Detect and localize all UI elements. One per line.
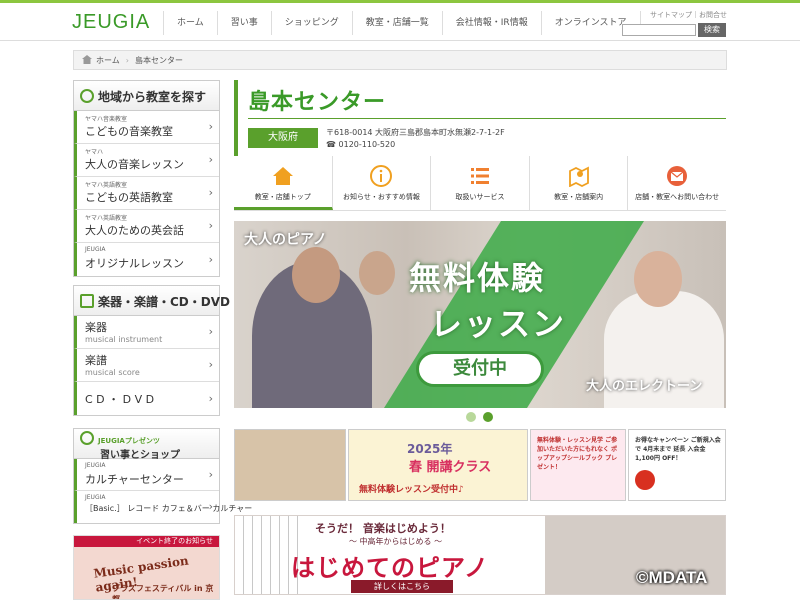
tab-news[interactable]: お知らせ・おすすめ情報 [333,156,432,210]
sidebar-presents-title: JEUGIAプレゼンツ 習い事とショップ [74,429,219,461]
chevron-right-icon: › [208,120,213,133]
sidebar-item-kids-english[interactable]: ヤマハ英語教室 こどもの英語教室 › [74,177,219,210]
hero-accepting-button[interactable]: 受付中 [416,351,544,387]
piano-headline: はじめてのピアノ [291,554,489,582]
page-title: 島本センター [248,90,387,115]
sidebar-item-basic[interactable]: JEUGIA ［Basic.］ レコード カフェ＆バー カルチャー › [74,491,252,523]
title-accent-bar [234,80,238,156]
chevron-right-icon: › [208,252,213,266]
hero-adult-piano-label: 大人のピアノ [244,232,327,248]
copyright-watermark: ©MDATA [636,568,708,587]
slider-dot[interactable] [466,412,476,422]
sidebar-region: 地域から教室を探す ヤマハ音楽教室 こどもの音楽教室 › ヤマハ 大人の音楽レッスン ›… [73,80,220,277]
sidebar-item-adult-english[interactable]: ヤマハ英語教室 大人のための英会話 › [74,210,219,243]
sidebar-products-title: 楽器・楽譜・CD・DVD [74,286,230,316]
promo-bar: イベント終了のお知らせ [74,536,219,547]
breadcrumb-current: 島本センター [134,56,183,65]
breadcrumb-home[interactable]: ホーム [96,56,120,65]
promo-subtitle: ブラスフェスティバル in 京都 [112,584,214,600]
tab-contact[interactable]: 店舗・教室へお問い合わせ [628,156,726,210]
piano-detail-link[interactable]: 詳しくはこちら [351,580,453,593]
hero-person-man-head [292,247,340,303]
spring-title: 春 開講クラス [409,460,492,475]
spring-year: 2025年 [407,442,453,456]
search-input[interactable] [622,24,696,36]
hero-banner[interactable]: 大人のピアノ 無料体験 レッスン 受付中 大人のエレクトーン [234,221,726,408]
sidebar-item-original-lesson[interactable]: JEUGIA オリジナルレッスン › [74,243,219,276]
hero-person-woman-head [359,251,395,295]
campaign-text: お得なキャンペーン ご新規入会で 4月末まで 延長 入会金 1,100円 OFF… [635,437,721,462]
list-icon [470,168,489,184]
music-note-icon [80,294,94,308]
breadcrumb-separator: › [125,56,129,65]
chevron-right-icon: › [208,467,213,481]
chevron-right-icon: › [208,186,213,199]
event-promo-banner[interactable]: イベント終了のお知らせ Music passion again! ブラスフェステ… [73,535,220,600]
banner-campaign[interactable]: お得なキャンペーン ご新規入会で 4月末まで 延長 入会金 1,100円 OFF… [628,429,726,501]
hero-headline-1: 無料体験 [409,259,546,297]
home-icon [82,55,92,64]
banner-kids-piano[interactable] [234,429,346,501]
chevron-right-icon: › [208,500,213,513]
prefecture-badge: 大阪府 [248,128,318,148]
jeugia-logo[interactable]: JEUGIA [72,11,150,34]
chevron-right-icon: › [208,391,213,405]
sidebar-products: 楽器・楽譜・CD・DVD 楽器 musical instrument › 楽譜 mus… [73,285,230,416]
global-nav: ホーム 習い事 ショッピング 教室・店舗一覧 会社情報・IR情報 オンラインスト… [163,11,641,35]
hero-headline-2: レッスン [430,305,567,343]
hero-electone-label: 大人のエレクトーン [586,379,703,394]
info-icon [370,165,393,187]
sidebar-item-culture-center[interactable]: JEUGIA カルチャーセンター › [74,459,219,491]
address: 〒618-0014 大阪府三島郡島本町水無瀬2-7-1-2F [326,128,505,137]
tab-store-top[interactable]: 教室・店舗トップ [234,156,333,210]
slider-dot-active[interactable] [483,412,493,422]
sidebar-item-score[interactable]: 楽譜 musical score › [74,349,219,382]
piano-subtitle: 〜 中高年からはじめる 〜 [349,537,443,546]
tab-store-info[interactable]: 教室・店舗案内 [530,156,629,210]
sidebar-presents: JEUGIAプレゼンツ 習い事とショップ JEUGIA カルチャーセンター › JEU… [73,428,252,524]
spring-subtitle: 無料体験レッスン受付中♪ [359,485,464,495]
apple-icon [635,470,655,490]
breadcrumb: ホーム › 島本センター [73,50,727,70]
piano-question: そうだ！ 音楽はじめよう！ [315,522,451,535]
chevron-right-icon: › [208,153,213,166]
sidebar-region-title: 地域から教室を探す [74,81,219,111]
chevron-right-icon: › [208,219,213,232]
search-icon [80,431,94,445]
search-button[interactable]: 検索 [698,23,726,37]
map-icon [568,166,589,187]
tab-services[interactable]: 取扱いサービス [431,156,530,210]
store-tabs: 教室・店舗トップ お知らせ・おすすめ情報 取扱いサービス 教室・店舗案内 店舗・… [234,156,726,211]
nav-stores[interactable]: 教室・店舗一覧 [351,11,442,35]
campaign-banners: 2025年 春 開講クラス 無料体験レッスン受付中♪ 無料体験・レッスン見学 ご… [234,429,726,501]
utility-links[interactable]: サイトマップ｜お問合せ [650,10,727,20]
nav-shopping[interactable]: ショッピング [270,11,352,35]
sidebar-item-adult-music[interactable]: ヤマハ 大人の音楽レッスン › [74,144,219,177]
search-icon [80,89,94,103]
sidebar-item-kids-music[interactable]: ヤマハ音楽教室 こどもの音楽教室 › [74,111,219,144]
phone-icon: ☎ [326,140,339,149]
site-header: JEUGIA ホーム 習い事 ショッピング 教室・店舗一覧 会社情報・IR情報 … [0,3,800,41]
banner-spring-class[interactable]: 2025年 春 開講クラス 無料体験レッスン受付中♪ [348,429,528,501]
title-underline [248,118,726,119]
chevron-right-icon: › [208,325,213,338]
phone: ☎ 0120-110-520 [326,140,396,149]
sidebar-item-instrument[interactable]: 楽器 musical instrument › [74,316,219,349]
present-text: 無料体験・レッスン見学 ご参加いただいた方にもれなく ポップアップシールブック … [537,437,618,471]
nav-lessons[interactable]: 習い事 [216,11,271,35]
chevron-right-icon: › [208,358,213,371]
hero-person-woman-right-head [634,251,682,307]
nav-home[interactable]: ホーム [163,11,217,35]
sidebar-item-cd-dvd[interactable]: C D ・ D V D › [74,382,219,415]
banner-present[interactable]: 無料体験・レッスン見学 ご参加いただいた方にもれなく ポップアップシールブック … [530,429,626,501]
nav-company[interactable]: 会社情報・IR情報 [441,11,541,35]
home-icon [272,167,293,185]
slider-dots [466,412,500,422]
mail-icon [667,166,688,186]
